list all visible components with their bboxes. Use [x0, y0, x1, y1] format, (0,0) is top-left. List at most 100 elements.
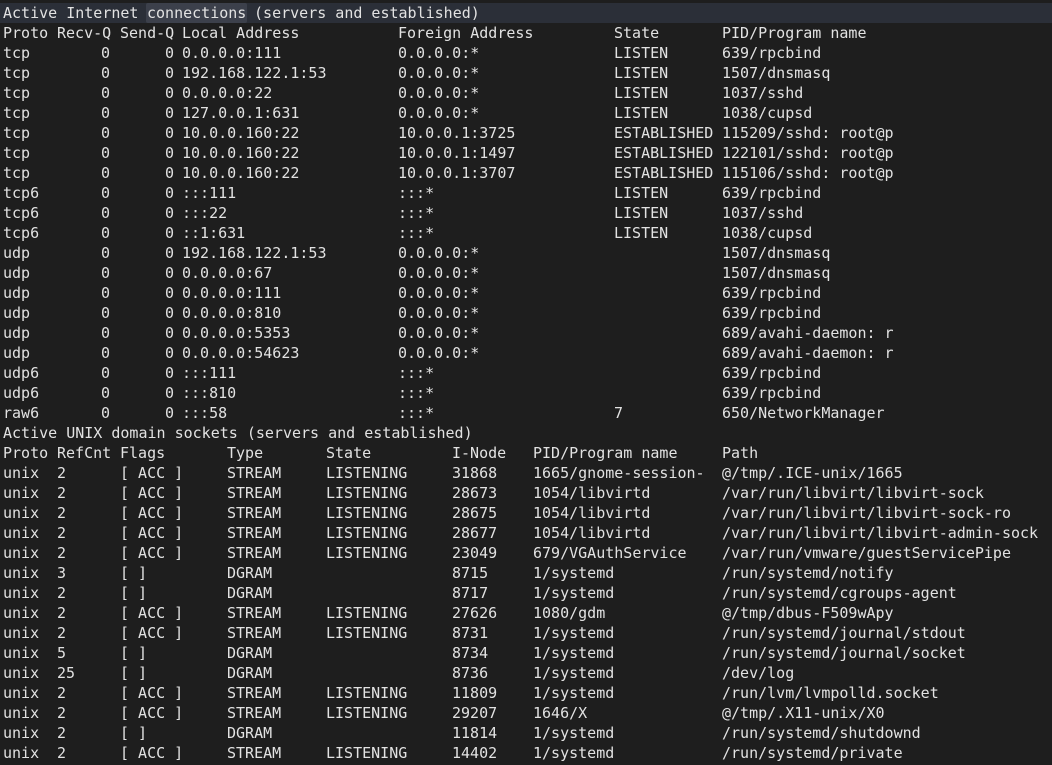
inet-recvq: 0 — [100, 304, 110, 322]
unix-flags: [ ACC ] — [120, 464, 184, 482]
unix-inode: 11814 — [452, 724, 498, 742]
unix-proto: unix — [3, 684, 40, 702]
inet-recvq: 0 — [100, 144, 110, 162]
unix-row: unix 2 [ ACC ] STREAM LISTENING 29207 1646/X @/… — [0, 703, 1052, 723]
unix-refcnt: 2 — [57, 684, 67, 702]
unix-pid-program: 1/systemd — [533, 724, 615, 742]
unix-type: DGRAM — [227, 724, 273, 742]
unix-path: @/tmp/.ICE-unix/1665 — [722, 464, 903, 482]
inet-sendq: 0 — [164, 264, 174, 282]
inet-local-address: 192.168.122.1:53 — [182, 244, 327, 262]
inet-foreign-address: 10.0.0.1:3707 — [398, 164, 516, 182]
inet-proto: tcp6 — [3, 204, 40, 222]
unix-inode: 8715 — [452, 564, 489, 582]
inet-row: udp6 0 0:::111:::* 639/rpcbind — [0, 363, 1052, 383]
inet-sendq: 0 — [164, 104, 174, 122]
inet-pid-program: 639/rpcbind — [722, 384, 822, 402]
unix-row: unix 2 [ ACC ] STREAM LISTENING 31868 1665/gno… — [0, 463, 1052, 483]
unix-row: unix 2 [ ACC ] STREAM LISTENING 14402 1/system… — [0, 743, 1052, 763]
unix-type: DGRAM — [227, 584, 273, 602]
inet-sendq: 0 — [164, 384, 174, 402]
inet-row: udp 0 0 0.0.0.0:111 0.0.0.0:* 639/rpcbind — [0, 283, 1052, 303]
inet-recvq: 0 — [100, 184, 110, 202]
unix-flags: [ ACC ] — [120, 684, 184, 702]
inet-row: udp6 0 0:::810:::* 639/rpcbind — [0, 383, 1052, 403]
inet-local-address: :::22 — [182, 204, 228, 222]
unix-row: unix 2 [ ] DGRAM 8717 1/systemd/run/systemd/c… — [0, 583, 1052, 603]
inet-header-foreign: Foreign Address — [398, 24, 534, 42]
unix-refcnt: 2 — [57, 624, 67, 642]
unix-type: STREAM — [227, 464, 282, 482]
inet-pid-program: 689/avahi-daemon: r — [722, 324, 894, 342]
inet-row: tcp 0 0 127.0.0.1:631 0.0.0.0:* LISTEN 1038/cu… — [0, 103, 1052, 123]
inet-header-recvq: Recv-Q — [57, 24, 112, 42]
inet-sendq: 0 — [164, 204, 174, 222]
inet-title-suffix: (servers and established) — [245, 4, 480, 22]
inet-pid-program: 1038/cupsd — [722, 104, 813, 122]
unix-inode: 28675 — [452, 504, 498, 522]
unix-state: LISTENING — [326, 524, 408, 542]
inet-proto: udp — [3, 264, 31, 282]
inet-proto: tcp — [3, 104, 31, 122]
unix-header-refcnt: RefCnt — [57, 444, 112, 462]
unix-inode: 29207 — [452, 704, 498, 722]
unix-pid-program: 1054/libvirtd — [533, 504, 651, 522]
inet-foreign-address: 0.0.0.0:* — [398, 344, 480, 362]
unix-inode: 8736 — [452, 664, 489, 682]
unix-path: /run/systemd/journal/stdout — [722, 624, 966, 642]
inet-row: tcp 0 0 0.0.0.0:22 0.0.0.0:* LISTEN 1037/sshd — [0, 83, 1052, 103]
unix-type: DGRAM — [227, 664, 273, 682]
unix-row: unix 5 [ ] DGRAM 8734 1/systemd/run/systemd/j… — [0, 643, 1052, 663]
unix-pid-program: 1/systemd — [533, 644, 615, 662]
unix-path: /dev/log — [722, 664, 795, 682]
inet-foreign-address: :::* — [398, 404, 435, 422]
unix-state: LISTENING — [326, 624, 408, 642]
inet-state: ESTABLISHED — [614, 164, 714, 182]
unix-proto: unix — [3, 564, 40, 582]
unix-inode: 11809 — [452, 684, 498, 702]
unix-header-proto: Proto — [3, 444, 49, 462]
unix-inode: 8731 — [452, 624, 489, 642]
inet-sendq: 0 — [164, 344, 174, 362]
inet-proto: udp — [3, 344, 31, 362]
unix-proto: unix — [3, 544, 40, 562]
unix-path: @/tmp/.X11-unix/X0 — [722, 704, 885, 722]
unix-proto: unix — [3, 744, 40, 762]
unix-refcnt: 2 — [57, 584, 67, 602]
inet-foreign-address: :::* — [398, 184, 435, 202]
inet-row: udp 0 0 0.0.0.0:54623 0.0.0.0:* 689/avahi-dae… — [0, 343, 1052, 363]
inet-sendq: 0 — [164, 224, 174, 242]
inet-foreign-address: 0.0.0.0:* — [398, 324, 480, 342]
inet-pid-program: 639/rpcbind — [722, 284, 822, 302]
unix-flags: [ ACC ] — [120, 604, 184, 622]
inet-local-address: 192.168.122.1:53 — [182, 64, 327, 82]
inet-row: tcp 0 0 10.0.0.160:22 10.0.0.1:3725 ESTABLISH… — [0, 123, 1052, 143]
inet-pid-program: 115106/sshd: root@p — [722, 164, 894, 182]
unix-state: LISTENING — [326, 684, 408, 702]
inet-foreign-address: :::* — [398, 224, 435, 242]
unix-refcnt: 2 — [57, 524, 67, 542]
inet-proto: udp — [3, 304, 31, 322]
unix-pid-program: 1/systemd — [533, 564, 615, 582]
unix-row: unix 2 [ ACC ] STREAM LISTENING 28675 1054/lib… — [0, 503, 1052, 523]
unix-path: /run/systemd/private — [722, 744, 903, 762]
unix-type: DGRAM — [227, 644, 273, 662]
unix-pid-program: 1646/X — [533, 704, 588, 722]
inet-foreign-address: :::* — [398, 204, 435, 222]
unix-flags: [ ACC ] — [120, 704, 184, 722]
unix-section-title: Active UNIX domain sockets (servers and … — [0, 423, 1052, 443]
unix-refcnt: 2 — [57, 724, 67, 742]
terminal-output[interactable]: Active Internet connections (servers and… — [0, 3, 1052, 763]
inet-state: 7 — [614, 404, 624, 422]
unix-refcnt: 2 — [57, 484, 67, 502]
inet-state: LISTEN — [614, 44, 669, 62]
inet-row: tcp 0 0 192.168.122.1:53 0.0.0.0:* LISTEN 1507… — [0, 63, 1052, 83]
unix-inode: 8717 — [452, 584, 489, 602]
inet-foreign-address: 0.0.0.0:* — [398, 284, 480, 302]
unix-row: unix 2 [ ACC ] STREAM LISTENING 28677 1054/lib… — [0, 523, 1052, 543]
inet-sendq: 0 — [164, 404, 174, 422]
inet-proto: tcp6 — [3, 184, 40, 202]
inet-pid-program: 689/avahi-daemon: r — [722, 344, 894, 362]
inet-local-address: 10.0.0.160:22 — [182, 144, 300, 162]
inet-foreign-address: 0.0.0.0:* — [398, 64, 480, 82]
